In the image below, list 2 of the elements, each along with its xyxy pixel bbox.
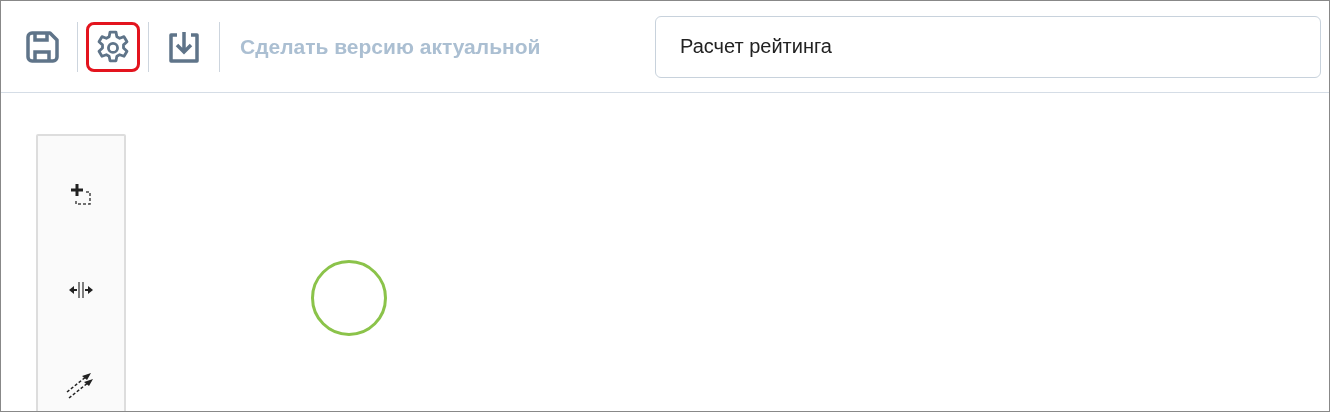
name-field[interactable]: Расчет рейтинга	[655, 15, 1321, 78]
toolbar-button[interactable]	[86, 21, 140, 72]
